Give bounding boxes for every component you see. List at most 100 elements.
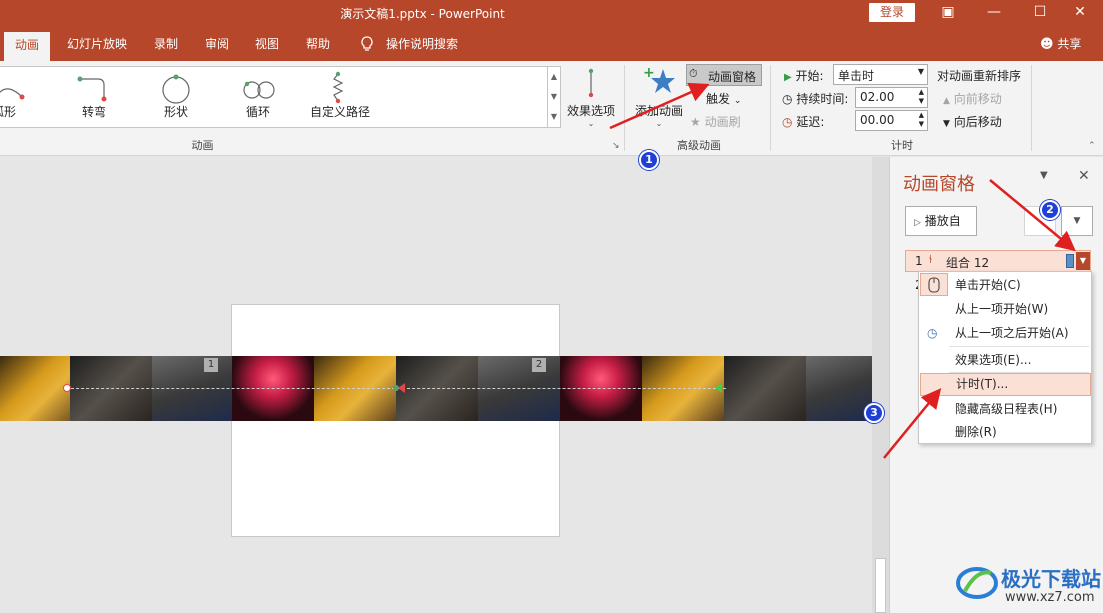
frame-number: 2 [532,358,546,372]
duration-label: ◷ 持续时间: [782,90,848,107]
minimize-icon[interactable]: — [971,0,1017,27]
gallery-item-turn[interactable]: 转弯 [54,103,134,120]
triangle-up-icon: ▲ [943,96,950,106]
add-animation-label: 添加动画 [634,104,683,118]
menu-item-effect-options[interactable]: 效果选项(E)... [920,348,1091,372]
group-label-timing: 计时 [891,139,913,152]
divider [624,65,625,151]
menu-item-start-with-previous[interactable]: 从上一项开始(W) [920,297,1091,321]
group-label-animation: 动画 [191,139,214,152]
chevron-down-icon: ⌄ [587,119,595,128]
divider [1031,65,1032,151]
play-from-label: 播放自 [924,214,961,228]
photo-bird [724,356,806,421]
pane-options-icon[interactable]: ▼ [1040,170,1048,181]
svg-text:+: + [643,65,655,81]
vertical-scrollbar[interactable] [872,157,889,613]
tab-help[interactable]: 帮助 [298,27,338,61]
context-menu: 单击开始(C) 从上一项开始(W) ◷ 从上一项之后开始(A) 效果选项(E).… [918,271,1092,444]
chevron-down-icon: ⌄ [733,96,742,106]
delay-clock-icon: ◷ [782,115,793,129]
ribbon-display-icon[interactable]: ▣ [925,0,971,27]
login-button[interactable]: 登录 [869,3,915,22]
gallery-item-shape[interactable]: 形状 [136,103,216,120]
custom-path-icon[interactable] [328,71,348,105]
menu-item-hide-advanced-timeline[interactable]: 隐藏高级日程表(H) [920,397,1091,421]
animation-pane-label: 动画窗格 [708,70,757,84]
menu-item-remove[interactable]: 删除(R) [920,420,1091,444]
menu-item-start-on-click[interactable]: 单击开始(C) [920,273,1091,297]
animation-gallery: 弧形 转弯 形状 循环 自定义路径 ▲ ▼ ▼ [0,66,561,128]
move-later-button[interactable]: ▼ 向后移动 [943,113,1002,130]
pane-close-icon[interactable]: ✕ [1078,168,1090,184]
loop-path-icon[interactable] [242,79,276,101]
trigger-button[interactable]: 触发 ⌄ [706,90,741,107]
delay-label: ◷ 延迟: [782,113,824,130]
slide-editing-area: 1 2 [0,157,872,613]
item-label: 组合 12 [946,256,990,270]
gallery-item-custom-path[interactable]: 自定义路径 [300,103,380,120]
star-add-icon: + [643,65,675,93]
path-end-arrow-icon [398,383,405,393]
shape-path-icon[interactable] [160,73,192,105]
delay-input[interactable]: 00.00 ▲ ▼ [855,110,928,131]
tab-review[interactable]: 审阅 [197,27,237,61]
divider [770,65,771,151]
gallery-scroll-down[interactable]: ▼ [547,87,560,107]
effect-options-button[interactable]: 效果选项 ⌄ [563,65,619,133]
tell-me-search[interactable]: 操作说明搜索 [384,27,460,61]
tab-record[interactable]: 录制 [146,27,186,61]
duration-label-text: 持续时间: [796,92,849,106]
start-dropdown[interactable]: 单击时 ▼ [833,64,928,85]
tab-slideshow[interactable]: 幻灯片放映 [62,27,132,61]
triangle-down-icon: ▼ [943,119,950,129]
frame-number: 1 [204,358,218,372]
title-bar: 演示文稿1.pptx - PowerPoint 登录 ▣ — ☐ ✕ [0,0,1103,27]
tab-animation[interactable]: 动画 [4,32,50,61]
lightbulb-icon [356,27,378,61]
watermark-brand: 极光下载站 [1001,567,1101,591]
menu-item-start-after-previous[interactable]: 从上一项之后开始(A) [920,321,1091,345]
move-down-button[interactable]: ▼ [1061,206,1093,236]
menu-item-timing[interactable]: 计时(T)... [920,373,1091,396]
start-value: 单击时 [838,69,875,83]
gallery-item-loop[interactable]: 循环 [218,103,298,120]
brush-icon: ★ [690,115,701,129]
chevron-down-icon: ⌄ [655,119,663,128]
play-icon: ▷ [914,218,921,228]
move-earlier-button[interactable]: ▲ 向前移动 [943,90,1002,107]
person-icon: ☻ [1040,37,1054,52]
item-dropdown-button[interactable]: ▼ [1076,252,1090,270]
chevron-down-icon: ▼ [917,67,924,76]
ribbon-tabs: 动画 幻灯片放映 录制 审阅 视图 帮助 操作说明搜索 ☻ 共享 [0,27,1103,61]
share-label: 共享 [1057,37,1082,51]
duration-value: 02.00 [860,90,895,104]
add-animation-button[interactable]: + 添加动画 ⌄ [632,65,686,133]
dialog-launcher-icon[interactable]: ↘ [612,141,620,151]
annotation-badge: 1 [639,150,659,170]
play-from-button[interactable]: ▷ 播放自 [905,206,977,236]
effect-options-icon [588,68,594,98]
gallery-scroll-up[interactable]: ▲ [547,67,560,87]
path-start-point[interactable] [63,384,71,392]
annotation-badge: 2 [1040,200,1060,220]
animation-painter-button[interactable]: ★ 动画刷 [690,113,741,130]
turn-path-icon[interactable] [76,73,112,103]
animation-list-item[interactable]: 1 ⫮ 组合 12 [905,250,1091,272]
gallery-more[interactable]: ▼ [547,107,560,127]
tab-view[interactable]: 视图 [247,27,287,61]
move-earlier-label: 向前移动 [953,92,1002,106]
spinner-icon[interactable]: ▲ ▼ [919,88,924,106]
share-button[interactable]: ☻ 共享 [1040,27,1092,61]
close-icon[interactable]: ✕ [1057,0,1103,27]
collapse-ribbon-icon[interactable]: ⌃ [1088,141,1096,151]
clock-icon: ◷ [782,92,793,106]
watermark-logo-icon [956,567,998,599]
scrollbar-thumb[interactable] [875,558,886,613]
reorder-label: 对动画重新排序 [937,69,1022,83]
gallery-item-arc[interactable]: 弧形 [0,103,44,120]
duration-input[interactable]: 02.00 ▲ ▼ [855,87,928,108]
arc-path-icon[interactable] [0,75,30,103]
animation-pane-button[interactable]: ⏱ 动画窗格 [686,64,762,86]
spinner-icon[interactable]: ▲ ▼ [919,111,924,129]
